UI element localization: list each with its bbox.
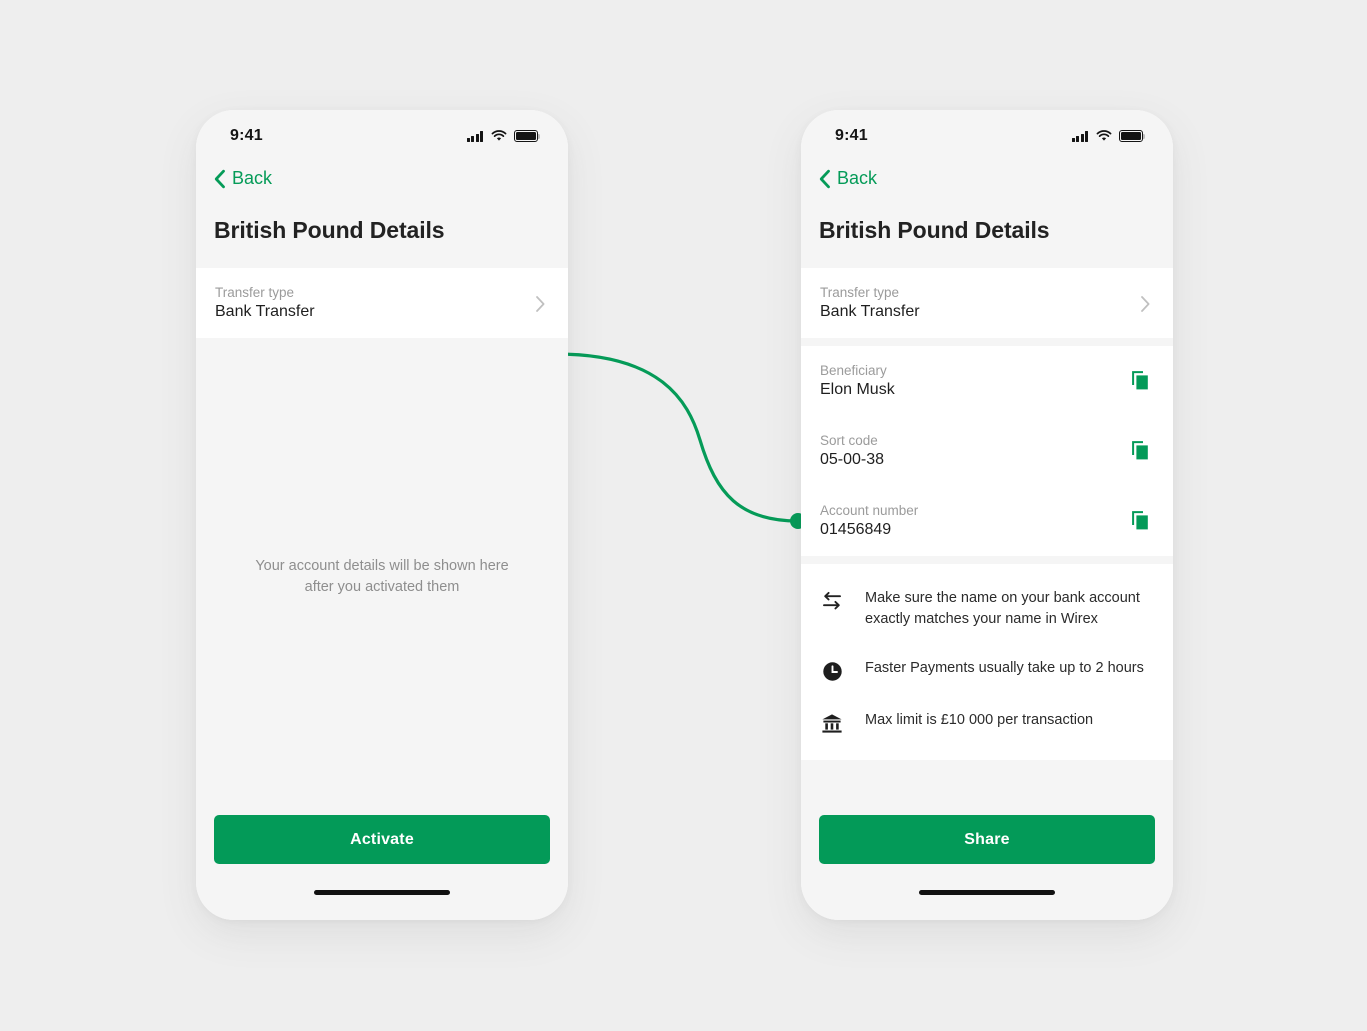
layout-spacer [801, 760, 1173, 815]
transfer-arrows-icon [821, 588, 843, 611]
status-time: 9:41 [230, 127, 263, 144]
battery-icon [1119, 130, 1146, 142]
back-button-label: Back [837, 168, 878, 188]
sort-code-value: 05-00-38 [820, 451, 885, 468]
transfer-type-label: Transfer type [820, 285, 900, 300]
sort-code-label: Sort code [820, 433, 878, 448]
home-indicator [919, 889, 1055, 895]
transfer-type-row[interactable]: Transfer type Bank Transfer [801, 268, 1173, 338]
info-row-name-match: Make sure the name on your bank account … [801, 574, 1173, 644]
home-indicator-area [801, 864, 1173, 920]
nav-bar: Back [801, 154, 1173, 195]
info-notes-card: Make sure the name on your bank account … [801, 564, 1173, 760]
mockup-canvas: 9:41 Back British Pound Details Transfer… [0, 0, 1367, 1031]
primary-action-area: Activate [196, 815, 568, 864]
info-row-processing-time: Faster Payments usually take up to 2 hou… [801, 644, 1173, 696]
copy-icon[interactable] [1131, 510, 1151, 532]
status-bar: 9:41 [196, 110, 568, 154]
beneficiary-value: Elon Musk [820, 381, 895, 398]
empty-state-line-1: Your account details will be shown here [255, 557, 509, 574]
copy-icon[interactable] [1131, 440, 1151, 462]
empty-state-line-2: after you activated them [304, 578, 460, 595]
info-text: Make sure the name on your bank account … [865, 590, 1140, 627]
info-row-max-limit: Max limit is £10 000 per transaction [801, 696, 1173, 748]
copy-icon[interactable] [1131, 370, 1151, 392]
table-row: Account number 01456849 [801, 486, 1173, 556]
activate-button[interactable]: Activate [214, 815, 550, 864]
transfer-type-label: Transfer type [215, 285, 295, 300]
bank-icon [821, 710, 843, 734]
cellular-signal-icon [466, 131, 483, 142]
primary-action-area: Share [801, 815, 1173, 864]
phone-screen-active: 9:41 Back British Pound Details Transfer… [801, 110, 1173, 920]
info-text: Max limit is £10 000 per transaction [865, 712, 1094, 728]
empty-state-text: Your account details will be shown here … [247, 556, 517, 598]
account-number-value: 01456849 [820, 521, 892, 538]
back-button-label: Back [232, 168, 273, 188]
status-bar: 9:41 [801, 110, 1173, 154]
home-indicator-area [196, 864, 568, 920]
cellular-signal-icon [1071, 131, 1088, 142]
share-button[interactable]: Share [819, 815, 1155, 864]
transfer-type-card: Transfer type Bank Transfer [196, 268, 568, 338]
nav-bar: Back [196, 154, 568, 195]
back-button[interactable]: Back [213, 166, 278, 191]
wifi-icon [1096, 130, 1112, 141]
transfer-type-row[interactable]: Transfer type Bank Transfer [196, 268, 568, 338]
table-row: Beneficiary Elon Musk [801, 346, 1173, 416]
phone-screen-inactive: 9:41 Back British Pound Details Transfer… [196, 110, 568, 920]
info-text: Faster Payments usually take up to 2 hou… [865, 660, 1144, 676]
chevron-right-icon [536, 296, 545, 312]
transfer-type-card: Transfer type Bank Transfer [801, 268, 1173, 338]
page-title: British Pound Details [801, 195, 1173, 268]
status-time: 9:41 [835, 127, 868, 144]
chevron-right-icon [1141, 296, 1150, 312]
empty-state: Your account details will be shown here … [196, 338, 568, 815]
transfer-type-value: Bank Transfer [820, 303, 920, 320]
account-details-card: Beneficiary Elon Musk Sort code 05-00-38 [801, 346, 1173, 556]
wifi-icon [491, 130, 507, 141]
beneficiary-label: Beneficiary [820, 363, 887, 378]
battery-icon [514, 130, 541, 142]
page-title: British Pound Details [196, 195, 568, 268]
account-number-label: Account number [820, 503, 919, 518]
home-indicator [314, 889, 450, 895]
table-row: Sort code 05-00-38 [801, 416, 1173, 486]
chevron-left-icon [214, 169, 225, 188]
chevron-left-icon [819, 169, 830, 188]
back-button[interactable]: Back [818, 166, 883, 191]
transfer-type-value: Bank Transfer [215, 303, 315, 320]
clock-icon [821, 658, 843, 682]
